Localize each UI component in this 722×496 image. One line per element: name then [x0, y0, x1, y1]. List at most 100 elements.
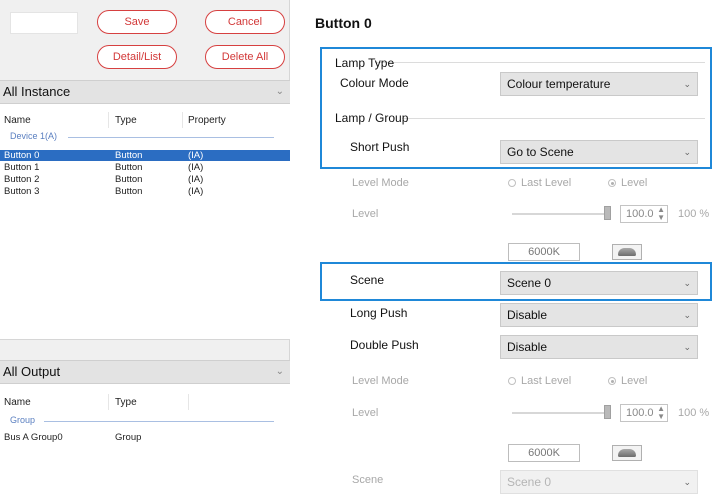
row-type: Button — [115, 150, 143, 161]
level-radio[interactable]: Level — [608, 375, 647, 387]
row-type: Group — [115, 432, 142, 443]
scene-label: Scene — [350, 273, 385, 287]
level-label: Level — [352, 407, 379, 419]
row-type: Button — [115, 186, 143, 197]
scene-select-disabled[interactable]: Scene 0 ⌄ — [500, 470, 698, 494]
output-list: Name Type Group Bus A Group0 Group — [0, 384, 290, 496]
chevron-down-icon: ⌄ — [683, 342, 691, 352]
cancel-button[interactable]: Cancel — [205, 10, 285, 34]
row-property: (IA) — [188, 174, 204, 185]
level-spinbox[interactable]: 100.0 ▲ ▼ — [620, 205, 668, 223]
double-push-select[interactable]: Disable ⌄ — [500, 335, 698, 359]
lamp-type-legend: Lamp Type — [335, 56, 395, 70]
last-level-radio-label: Last Level — [521, 177, 572, 189]
chevron-down-icon: ⌄ — [683, 278, 691, 288]
row-name: Button 1 — [4, 162, 40, 173]
level-label: Level — [352, 208, 379, 220]
page-title: Button 0 — [315, 15, 372, 31]
row-property: (IA) — [188, 162, 204, 173]
level-slider-track[interactable] — [512, 213, 608, 215]
blank-field — [10, 12, 78, 34]
lamp-preview-button[interactable] — [612, 244, 642, 260]
last-level-radio[interactable]: Last Level — [508, 375, 571, 387]
long-push-select[interactable]: Disable ⌄ — [500, 303, 698, 327]
table-row[interactable]: Button 1 Button (IA) — [0, 162, 290, 173]
level-radio-label: Level — [621, 177, 648, 189]
level-slider-track[interactable] — [512, 412, 608, 414]
spinner-arrows-icon[interactable]: ▲ ▼ — [657, 206, 665, 222]
detail-panel: Button 0 Lamp Type Colour Mode Colour te… — [290, 0, 722, 496]
double-push-value: Disable — [507, 340, 548, 354]
chevron-down-icon: ⌄ — [683, 310, 691, 320]
group-header-device: Device 1(A) — [10, 131, 58, 141]
level-mode-label: Level Mode — [352, 375, 409, 387]
level-spinbox-value: 100.0 — [626, 407, 654, 419]
group-divider — [44, 421, 274, 422]
table-row[interactable]: Button 3 Button (IA) — [0, 186, 290, 197]
colour-temp-field[interactable]: 6000K — [508, 444, 580, 462]
chevron-down-icon: ⌄ — [275, 366, 284, 377]
level-slider-thumb[interactable] — [604, 405, 611, 419]
column-divider — [108, 112, 109, 128]
column-header-name[interactable]: Name — [4, 397, 31, 408]
colour-temp-field[interactable]: 6000K — [508, 243, 580, 261]
instance-filter-dropdown[interactable]: All Instance ⌄ — [0, 80, 290, 104]
chevron-down-icon: ⌄ — [275, 86, 284, 97]
table-row[interactable]: Button 2 Button (IA) — [0, 174, 290, 185]
group-divider — [68, 137, 274, 138]
spinner-arrows-icon[interactable]: ▲ ▼ — [657, 405, 665, 421]
fieldset-divider — [402, 118, 705, 119]
last-level-radio[interactable]: Last Level — [508, 177, 571, 189]
colour-mode-label: Colour Mode — [340, 76, 409, 90]
radio-selected-icon — [608, 377, 616, 385]
long-push-value: Disable — [507, 308, 548, 322]
level-percent: 100 % — [678, 208, 710, 220]
scene-value: Scene 0 — [507, 475, 552, 489]
chevron-down-icon: ⌄ — [683, 477, 691, 487]
row-property: (IA) — [188, 150, 204, 161]
scene-value: Scene 0 — [507, 276, 552, 290]
fieldset-divider — [375, 62, 705, 63]
chevron-down-icon: ⌄ — [683, 79, 691, 89]
delete-all-button[interactable]: Delete All — [205, 45, 285, 69]
short-push-label: Short Push — [350, 140, 410, 154]
detail-list-button[interactable]: Detail/List — [97, 45, 177, 69]
double-push-label: Double Push — [350, 338, 419, 352]
lamp-preview-button[interactable] — [612, 445, 642, 461]
table-row[interactable]: Button 0 Button (IA) — [0, 150, 290, 161]
table-row[interactable]: Bus A Group0 Group — [0, 432, 290, 443]
output-filter-value: All Output — [3, 364, 61, 379]
colour-mode-select[interactable]: Colour temperature ⌄ — [500, 72, 698, 96]
row-type: Button — [115, 174, 143, 185]
group-header-group: Group — [10, 415, 36, 425]
level-spinbox-value: 100.0 — [626, 208, 654, 220]
level-slider-thumb[interactable] — [604, 206, 611, 220]
last-level-radio-label: Last Level — [521, 375, 572, 387]
short-push-select[interactable]: Go to Scene ⌄ — [500, 140, 698, 164]
radio-circle-icon — [508, 179, 516, 187]
column-divider — [108, 394, 109, 410]
column-header-name[interactable]: Name — [4, 115, 31, 126]
scene-select[interactable]: Scene 0 ⌄ — [500, 271, 698, 295]
lamp-icon — [618, 449, 636, 457]
short-push-value: Go to Scene — [507, 145, 574, 159]
colour-mode-value: Colour temperature — [507, 77, 611, 91]
column-divider — [188, 394, 189, 410]
column-header-type[interactable]: Type — [115, 115, 137, 126]
level-radio-label: Level — [621, 375, 648, 387]
chevron-down-icon: ⌄ — [683, 147, 691, 157]
save-button[interactable]: Save — [97, 10, 177, 34]
long-push-label: Long Push — [350, 306, 408, 320]
column-divider — [182, 112, 183, 128]
lamp-icon — [618, 248, 636, 256]
left-panel: Save Cancel Detail/List Delete All All I… — [0, 0, 290, 496]
row-property: (IA) — [188, 186, 204, 197]
level-spinbox[interactable]: 100.0 ▲ ▼ — [620, 404, 668, 422]
row-type: Button — [115, 162, 143, 173]
radio-selected-icon — [608, 179, 616, 187]
level-mode-label: Level Mode — [352, 177, 409, 189]
output-filter-dropdown[interactable]: All Output ⌄ — [0, 360, 290, 384]
column-header-type[interactable]: Type — [115, 397, 137, 408]
column-header-property[interactable]: Property — [188, 115, 226, 126]
level-radio[interactable]: Level — [608, 177, 647, 189]
